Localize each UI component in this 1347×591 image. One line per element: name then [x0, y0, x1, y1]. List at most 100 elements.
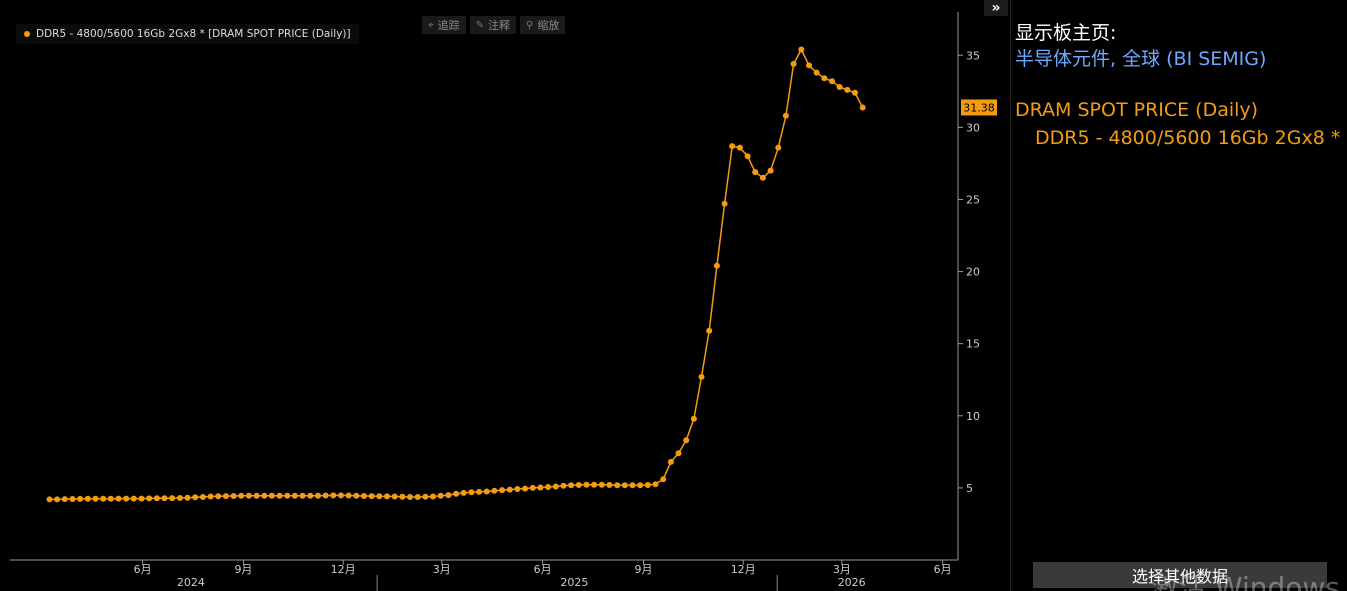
y-tick-label: 25 [966, 193, 980, 206]
data-point [115, 495, 122, 502]
year-label: 2026 [838, 576, 866, 589]
data-point [54, 496, 61, 503]
data-point [84, 495, 91, 502]
data-point [829, 78, 835, 85]
data-point [61, 496, 68, 503]
data-point [506, 486, 513, 493]
data-point [245, 492, 252, 499]
windows-watermark: 激活 Windows [1150, 571, 1340, 591]
legend-marker-icon [24, 31, 30, 37]
data-point [721, 200, 728, 207]
data-point [414, 494, 421, 500]
data-point [483, 488, 490, 495]
pencil-icon: ✎ [475, 19, 485, 31]
data-point [767, 167, 774, 174]
data-point [759, 174, 766, 181]
data-point [192, 494, 199, 501]
data-point [683, 437, 690, 444]
data-point [476, 488, 483, 495]
data-point [637, 482, 644, 489]
data-point [744, 153, 751, 160]
data-point [207, 493, 214, 500]
year-label: 2025 [560, 576, 588, 589]
y-tick-label: 30 [966, 121, 980, 134]
data-point [598, 481, 605, 488]
data-point [568, 482, 575, 489]
data-point [790, 60, 797, 67]
x-tick-label: 3月 [833, 563, 851, 576]
x-tick-label: 6月 [534, 563, 552, 576]
data-point [368, 493, 375, 500]
data-point [813, 69, 820, 76]
data-point [736, 144, 743, 151]
data-point [698, 373, 705, 380]
data-point [437, 492, 444, 499]
data-point [384, 493, 390, 500]
y-tick-label: 5 [966, 482, 973, 495]
data-point [230, 493, 237, 499]
data-point [545, 484, 552, 490]
data-point [798, 46, 805, 53]
data-point [353, 492, 360, 499]
data-point [660, 476, 667, 483]
data-point [453, 490, 460, 497]
data-point [422, 493, 429, 500]
data-point [591, 481, 598, 488]
tracker-label: 追踪 [437, 19, 460, 32]
double-chevron-right-icon: » [991, 0, 1001, 16]
data-point [315, 492, 321, 499]
series-subtitle: DDR5 - 4800/5600 16Gb 2Gx8 * [1035, 127, 1341, 149]
crosshair-icon: ⌖ [428, 19, 434, 31]
data-point [491, 487, 498, 494]
data-point [46, 496, 53, 503]
data-point [238, 492, 245, 499]
data-point [107, 495, 114, 502]
data-point [552, 483, 559, 490]
data-point [253, 492, 260, 499]
dashboard-link[interactable]: 半导体元件, 全球 (BI SEMIG) [1015, 44, 1266, 71]
data-point [821, 75, 828, 82]
x-tick-label: 3月 [433, 563, 451, 576]
data-point [690, 415, 697, 422]
data-point [77, 495, 84, 502]
series-line [49, 47, 864, 501]
data-point [652, 481, 659, 488]
data-point [537, 484, 544, 491]
collapse-panel-button[interactable]: » [984, 0, 1008, 16]
annotate-button[interactable]: ✎ 注释 [469, 16, 517, 34]
price-chart[interactable]: 51015202530356月 9月 12月 3月 6月 9月 12月 3月 6月2024 202… [0, 0, 1008, 591]
data-point [307, 492, 314, 499]
zoom-button[interactable]: ⚲ 缩放 [520, 16, 566, 34]
x-tick-label: 6月 [934, 563, 952, 576]
y-tick-label: 35 [966, 49, 980, 62]
year-label: 2024 [177, 576, 205, 589]
data-point [299, 492, 306, 499]
data-point [146, 495, 153, 502]
data-point [276, 492, 283, 499]
data-point [614, 482, 621, 489]
data-point [852, 89, 858, 96]
data-point [268, 492, 275, 499]
data-point [345, 492, 352, 499]
data-point [752, 169, 759, 176]
data-point [629, 482, 636, 489]
data-point [713, 262, 720, 269]
last-value-label: 31.38 [963, 101, 995, 114]
data-point [522, 485, 529, 492]
data-point [284, 492, 291, 499]
data-point [782, 112, 789, 119]
legend-label: DDR5 - 4800/5600 16Gb 2Gx8 * [DRAM SPOT … [36, 28, 351, 40]
data-point [583, 481, 590, 488]
data-point [322, 492, 329, 499]
data-point [430, 493, 436, 500]
data-point [123, 495, 130, 502]
data-point [514, 486, 521, 492]
x-tick-label: 6月 [134, 563, 152, 576]
data-point [261, 492, 268, 499]
data-point [330, 492, 337, 499]
chart-legend: DDR5 - 4800/5600 16Gb 2Gx8 * [DRAM SPOT … [16, 24, 359, 44]
data-point [69, 496, 76, 502]
data-point [407, 494, 413, 500]
tracker-button[interactable]: ⌖ 追踪 [422, 16, 466, 34]
data-point [675, 450, 682, 457]
